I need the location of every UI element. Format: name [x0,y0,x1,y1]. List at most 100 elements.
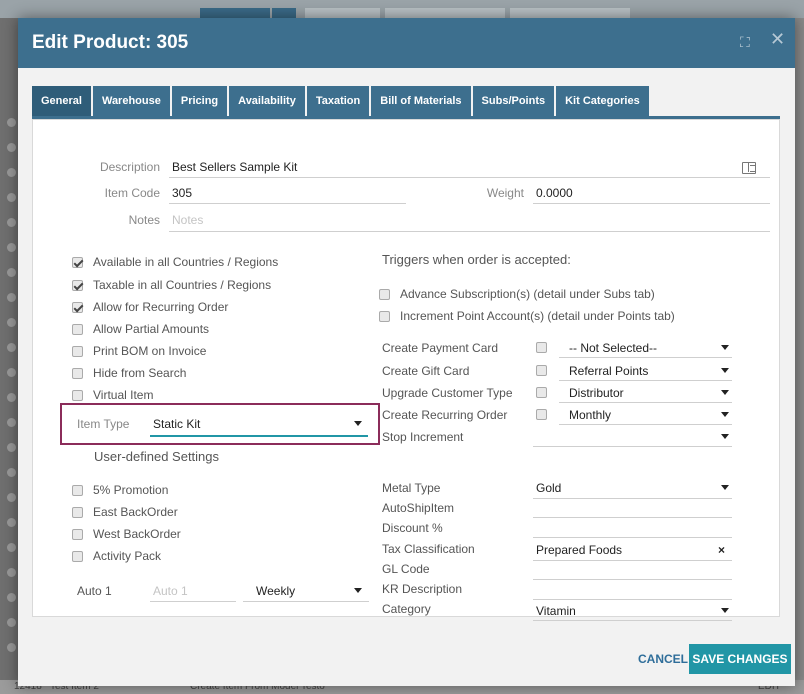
checkbox-icon [72,389,83,401]
row-icon [7,593,16,602]
create-gift-card-checkbox[interactable] [536,365,547,376]
available-all-countries-checkbox[interactable]: Available in all Countries / Regions [72,255,278,269]
gl-code-label: GL Code [382,562,430,576]
weight-field[interactable]: 0.0000 [536,186,573,200]
create-recurring-order-checkbox[interactable] [536,409,547,420]
discount-label: Discount % [382,521,443,535]
item-type-underline [150,435,368,437]
field-underline [533,579,732,580]
checkbox-label: West BackOrder [93,527,181,541]
item-type-label: Item Type [77,417,130,431]
checkbox-checked-icon [72,301,83,313]
select-underline [533,498,732,499]
field-underline [533,517,732,518]
advance-subscription-checkbox[interactable]: Advance Subscription(s) (detail under Su… [379,287,655,301]
checkbox-icon [72,550,83,562]
row-icon [7,268,16,277]
metal-type-select[interactable]: Gold [536,481,561,495]
create-payment-card-label: Create Payment Card [382,341,499,355]
promotion-checkbox[interactable]: 5% Promotion [72,483,168,497]
checkbox-icon [379,310,390,322]
row-icon [7,643,16,652]
tab-availability[interactable]: Availability [229,86,305,116]
tab-kit-categories[interactable]: Kit Categories [556,86,649,116]
row-icon [7,568,16,577]
east-backorder-checkbox[interactable]: East BackOrder [72,505,178,519]
chevron-down-icon[interactable] [721,390,729,395]
cancel-button[interactable]: CANCEL [638,652,688,666]
description-editor-icon[interactable] [742,162,756,174]
item-code-field[interactable]: 305 [172,186,192,200]
tab-bill-of-materials[interactable]: Bill of Materials [371,86,471,116]
select-underline [559,357,732,358]
taxable-all-countries-checkbox[interactable]: Taxable in all Countries / Regions [72,278,271,292]
allow-partial-amounts-checkbox[interactable]: Allow Partial Amounts [72,322,209,336]
upgrade-customer-type-label: Upgrade Customer Type [382,386,513,400]
hide-from-search-checkbox[interactable]: Hide from Search [72,366,186,380]
row-icon [7,393,16,402]
activity-pack-checkbox[interactable]: Activity Pack [72,549,161,563]
clear-icon[interactable]: × [718,543,725,557]
app-tab [272,8,296,18]
row-icon [7,293,16,302]
create-payment-card-checkbox[interactable] [536,342,547,353]
checkbox-icon [72,484,83,496]
row-icon [7,193,16,202]
gift-card-select[interactable]: Referral Points [569,364,648,378]
virtual-item-checkbox[interactable]: Virtual Item [72,388,153,402]
close-icon[interactable]: ✕ [770,30,785,48]
auto1-input[interactable]: Auto 1 [153,584,188,598]
print-bom-checkbox[interactable]: Print BOM on Invoice [72,344,206,358]
chevron-down-icon[interactable] [721,412,729,417]
row-icon [7,443,16,452]
chevron-down-icon[interactable] [721,345,729,350]
category-label: Category [382,602,431,616]
description-label: Description [99,160,160,174]
tab-pricing[interactable]: Pricing [171,86,228,116]
increment-point-account-checkbox[interactable]: Increment Point Account(s) (detail under… [379,309,675,323]
checkbox-icon [72,323,83,335]
item-type-select[interactable]: Static Kit [153,417,200,431]
notes-field[interactable]: Notes [172,213,203,227]
west-backorder-checkbox[interactable]: West BackOrder [72,527,181,541]
select-underline [559,424,732,425]
category-select[interactable]: Vitamin [536,604,576,618]
chevron-down-icon[interactable] [721,434,729,439]
checkbox-icon [72,345,83,357]
description-field[interactable]: Best Sellers Sample Kit [172,160,297,174]
tab-bar: General Warehouse Pricing Availability T… [32,86,651,116]
row-icon [7,218,16,227]
chevron-down-icon[interactable] [721,485,729,490]
app-tab [385,8,505,18]
payment-card-select[interactable]: -- Not Selected-- [569,341,657,355]
customer-type-select[interactable]: Distributor [569,386,624,400]
expand-icon[interactable]: ⛶ [740,34,750,50]
checkbox-label: Advance Subscription(s) (detail under Su… [400,287,655,301]
auto1-frequency-select[interactable]: Weekly [256,584,295,598]
chevron-down-icon[interactable] [721,368,729,373]
row-icon [7,343,16,352]
tax-classification-select[interactable]: Prepared Foods [536,543,622,557]
field-underline [533,599,732,600]
create-recurring-order-label: Create Recurring Order [382,408,508,422]
checkbox-icon [72,506,83,518]
tab-warehouse[interactable]: Warehouse [92,86,170,116]
checkbox-icon [379,288,390,300]
allow-recurring-order-checkbox[interactable]: Allow for Recurring Order [72,300,228,314]
save-changes-button[interactable]: SAVE CHANGES [689,644,791,674]
tab-taxation[interactable]: Taxation [306,86,370,116]
upgrade-customer-type-checkbox[interactable] [536,387,547,398]
autoship-item-label: AutoShipItem [382,501,455,515]
description-underline [169,177,770,178]
checkbox-label: Allow for Recurring Order [93,300,229,314]
recurring-order-select[interactable]: Monthly [569,408,611,422]
tab-general[interactable]: General [32,86,91,116]
checkbox-label: Hide from Search [93,366,187,380]
tab-subs-points[interactable]: Subs/Points [472,86,555,116]
kr-description-label: KR Description [382,582,463,596]
chevron-down-icon[interactable] [721,608,729,613]
chevron-down-icon[interactable] [354,421,362,426]
metal-type-label: Metal Type [382,481,441,495]
select-underline [533,560,732,561]
chevron-down-icon[interactable] [354,588,362,593]
